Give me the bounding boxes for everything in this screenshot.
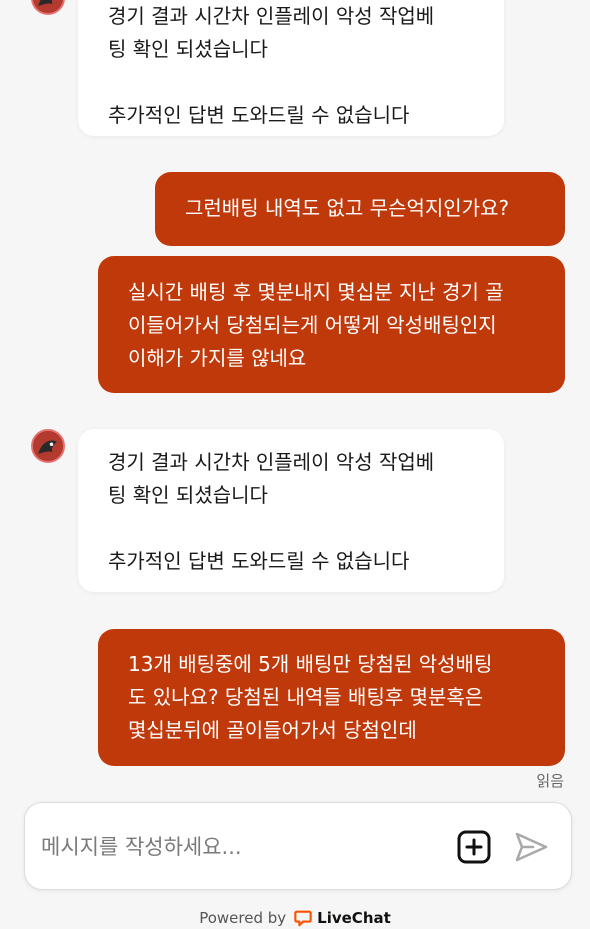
livechat-logo-icon [294,910,312,926]
agent-message: 경기 결과 시간차 인플레이 악성 작업베 팅 확인 되셨습니다 추가적인 답변… [78,429,504,592]
message-composer [24,802,572,890]
read-receipt: 읽음 [536,772,564,790]
agent-avatar-icon [33,0,63,13]
chat-window: 경기 결과 시간차 인플레이 악성 작업베 팅 확인 되셨습니다 추가적인 답변… [0,0,590,929]
powered-by-footer: Powered by LiveChat [0,906,590,929]
powered-by-label: Powered by [199,908,287,927]
user-message: 실시간 배팅 후 몇분내지 몇십분 지난 경기 골 이들어가서 당첨되는게 어떻… [98,256,565,393]
send-button[interactable] [513,829,549,865]
livechat-link[interactable]: LiveChat [294,909,391,927]
agent-avatar [31,0,65,15]
agent-avatar-icon [33,431,63,461]
user-message: 그런배팅 내역도 없고 무슨억지인가요? [155,172,565,246]
attach-button[interactable] [457,830,491,864]
message-input[interactable] [41,825,441,869]
add-square-icon [457,830,491,864]
send-icon [515,832,548,862]
user-message: 13개 배팅중에 5개 배팅만 당첨된 악성배팅 도 있나요? 당첨된 내역들 … [98,629,565,766]
agent-message: 경기 결과 시간차 인플레이 악성 작업베 팅 확인 되셨습니다 추가적인 답변… [78,0,504,136]
agent-avatar [31,429,65,463]
livechat-brand-label: LiveChat [317,908,391,927]
